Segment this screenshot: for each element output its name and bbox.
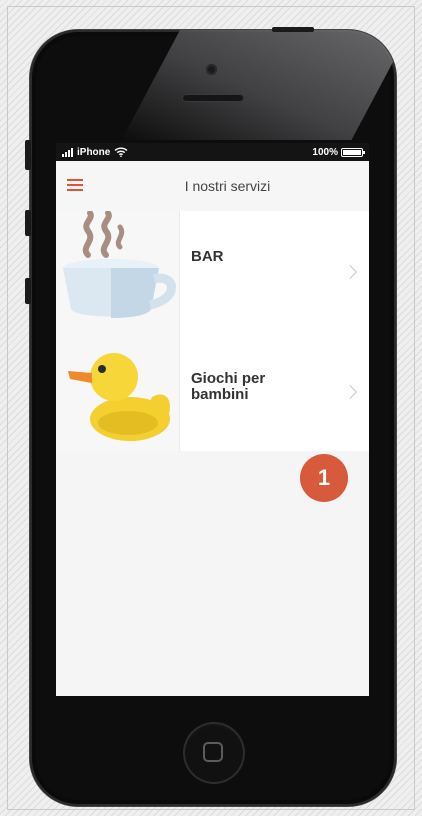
signal-icon [62,147,73,157]
home-square-icon [203,742,223,762]
power-button [272,27,314,32]
phone-glare [121,30,396,140]
mute-switch [25,140,31,170]
front-camera [206,64,217,75]
chevron-right-icon [342,264,358,280]
service-label-giochi: Giochi per bambini [191,370,266,403]
page-title: I nostri servizi [184,178,271,194]
wifi-icon [114,147,128,157]
thumbnail [56,210,180,331]
app-header: I nostri servizi [56,161,369,211]
service-label-bar: BAR [191,248,224,265]
phone-mockup: iPhone 100% I nostri servizi BAR Giochi … [30,30,396,806]
list-item-bar[interactable]: BAR [56,210,369,331]
thumbnail [56,331,180,451]
volume-down-button [25,278,31,304]
battery-icon [341,147,365,157]
phone-screen: iPhone 100% I nostri servizi BAR Giochi … [56,143,369,696]
coffee-cup-icon [63,210,176,318]
volume-up-button [25,210,31,236]
services-list: BAR Giochi per bambini [56,210,369,451]
annotation-badge: 1 [300,454,348,502]
earpiece-speaker [182,94,244,102]
carrier-label: iPhone [77,146,111,158]
home-button[interactable] [183,722,245,784]
battery-percent: 100% [312,146,338,158]
list-item-giochi[interactable]: Giochi per bambini [56,331,369,451]
rubber-duck-icon [68,353,171,441]
chevron-right-icon [342,384,358,400]
status-bar: iPhone 100% [56,143,369,161]
